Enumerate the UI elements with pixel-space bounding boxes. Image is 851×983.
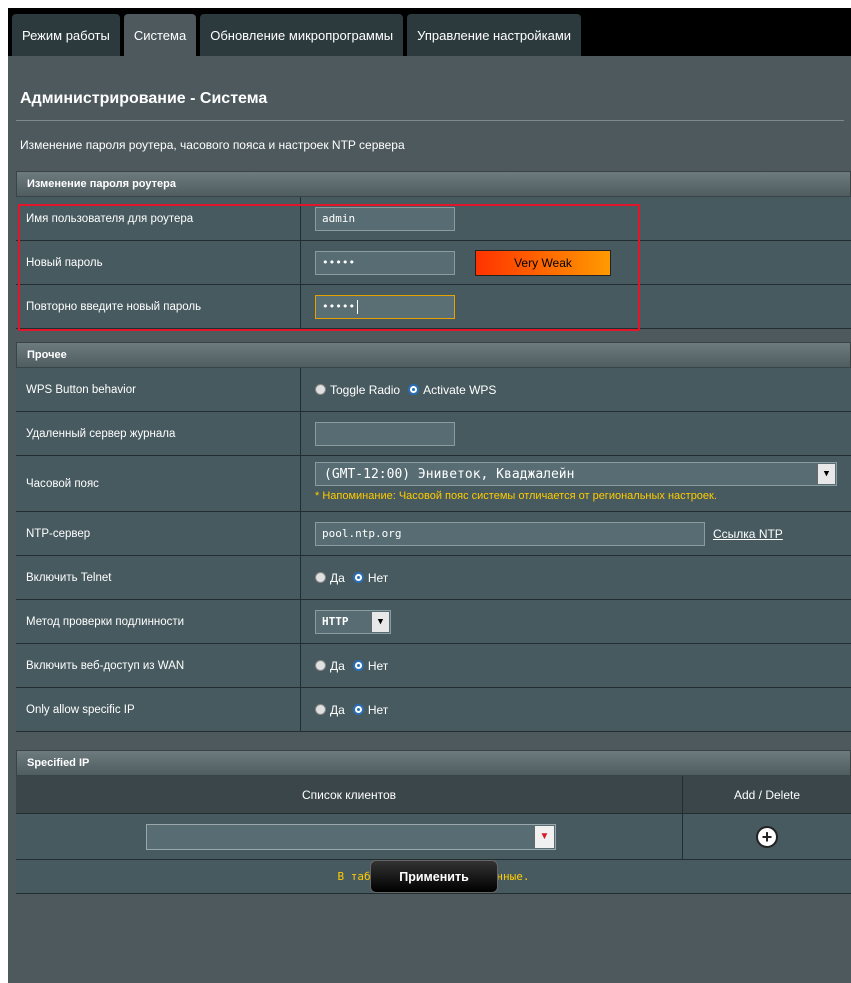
- telnet-no-option[interactable]: [352, 572, 364, 583]
- telnet-label: Включить Telnet: [16, 556, 301, 599]
- apply-button[interactable]: Применить: [370, 860, 498, 893]
- tab-settings-management[interactable]: Управление настройками: [407, 14, 582, 56]
- tab-system[interactable]: Система: [123, 14, 197, 56]
- wps-toggle-radio-label: Toggle Radio: [330, 382, 401, 397]
- specific-ip-no-label: Нет: [367, 702, 389, 717]
- specific-ip-row: Only allow specific IP Да Нет: [16, 688, 851, 732]
- username-label: Имя пользователя для роутера: [16, 197, 301, 240]
- telnet-no-label: Нет: [367, 570, 389, 585]
- tab-operation-mode[interactable]: Режим работы: [12, 14, 120, 56]
- text-caret: [357, 299, 359, 314]
- confirm-password-row: Повторно введите новый пароль •••••: [16, 285, 851, 329]
- new-password-label: Новый пароль: [16, 241, 301, 284]
- ntp-row: NTP-сервер pool.ntp.org Ссылка NTP: [16, 512, 851, 556]
- new-password-row: Новый пароль ••••• Very Weak: [16, 241, 851, 285]
- username-input[interactable]: admin: [315, 206, 455, 231]
- auth-method-select[interactable]: HTTP ▼: [315, 609, 391, 634]
- timezone-value: (GMT-12:00) Эниветок, Кваджалейн: [324, 466, 575, 482]
- add-icon[interactable]: +: [756, 825, 778, 848]
- confirm-password-value: •••••: [322, 300, 356, 313]
- title-divider: [16, 120, 844, 121]
- timezone-select[interactable]: (GMT-12:00) Эниветок, Кваджалейн ▼: [315, 462, 837, 486]
- syslog-input[interactable]: [315, 421, 455, 446]
- telnet-yes-label: Да: [330, 570, 345, 585]
- confirm-password-input[interactable]: •••••: [315, 294, 455, 319]
- wan-access-label: Включить веб-доступ из WAN: [16, 644, 301, 687]
- misc-section: Прочее WPS Button behavior Toggle Radio …: [16, 342, 851, 732]
- ntp-link[interactable]: Ссылка NTP: [713, 527, 783, 541]
- wps-label: WPS Button behavior: [16, 368, 301, 411]
- specific-ip-no-option[interactable]: [352, 704, 364, 715]
- auth-method-value: HTTP: [322, 615, 349, 628]
- wan-no-label: Нет: [367, 658, 389, 673]
- new-password-input[interactable]: •••••: [315, 250, 455, 275]
- specific-ip-label: Only allow specific IP: [16, 688, 301, 731]
- page-title: Администрирование - Система: [20, 90, 268, 107]
- syslog-label: Удаленный сервер журнала: [16, 412, 301, 455]
- syslog-row: Удаленный сервер журнала: [16, 412, 851, 456]
- chevron-down-icon[interactable]: ▼: [534, 825, 554, 848]
- auth-method-row: Метод проверки подлинности HTTP ▼: [16, 600, 851, 644]
- page-description: Изменение пароля роутера, часового пояса…: [20, 138, 405, 152]
- specific-ip-yes-label: Да: [330, 702, 345, 717]
- tab-bar: Режим работы Система Обновление микропро…: [8, 8, 851, 56]
- username-row: Имя пользователя для роутера admin: [16, 197, 851, 241]
- clients-column-header: Список клиентов: [16, 776, 683, 813]
- telnet-yes-option[interactable]: [315, 572, 326, 583]
- auth-method-label: Метод проверки подлинности: [16, 600, 301, 643]
- confirm-password-label: Повторно введите новый пароль: [16, 285, 301, 328]
- password-section: Изменение пароля роутера Имя пользовател…: [16, 171, 851, 329]
- ntp-label: NTP-сервер: [16, 512, 301, 555]
- main-panel: Администрирование - Система Изменение па…: [8, 56, 851, 983]
- add-delete-column-header: Add / Delete: [733, 787, 801, 802]
- wps-activate-option[interactable]: [408, 384, 420, 395]
- chevron-down-icon[interactable]: ▼: [817, 464, 835, 484]
- timezone-row: Часовой пояс (GMT-12:00) Эниветок, Квадж…: [16, 456, 851, 512]
- misc-section-header: Прочее: [16, 342, 851, 368]
- telnet-row: Включить Telnet Да Нет: [16, 556, 851, 600]
- wan-yes-label: Да: [330, 658, 345, 673]
- chevron-down-icon[interactable]: ▼: [371, 611, 389, 632]
- wps-toggle-radio-option[interactable]: [315, 384, 326, 395]
- password-strength-meter: Very Weak: [475, 250, 611, 276]
- client-list-select[interactable]: ▼: [146, 823, 556, 850]
- wan-access-row: Включить веб-доступ из WAN Да Нет: [16, 644, 851, 688]
- wan-no-option[interactable]: [352, 660, 364, 671]
- tab-firmware-upgrade[interactable]: Обновление микропрограммы: [200, 14, 404, 56]
- specified-ip-input-row: ▼ +: [16, 814, 851, 860]
- wps-activate-label: Activate WPS: [423, 382, 497, 397]
- specified-ip-header: Specified IP: [16, 750, 851, 776]
- timezone-note: * Напоминание: Часовой пояс системы отли…: [315, 490, 717, 502]
- timezone-label: Часовой пояс: [16, 456, 301, 511]
- specified-ip-table-head: Список клиентов Add / Delete: [16, 776, 851, 814]
- wps-row: WPS Button behavior Toggle Radio Activat…: [16, 368, 851, 412]
- specific-ip-yes-option[interactable]: [315, 704, 326, 715]
- ntp-input[interactable]: pool.ntp.org: [315, 521, 705, 546]
- wan-yes-option[interactable]: [315, 660, 326, 671]
- password-section-header: Изменение пароля роутера: [16, 171, 851, 197]
